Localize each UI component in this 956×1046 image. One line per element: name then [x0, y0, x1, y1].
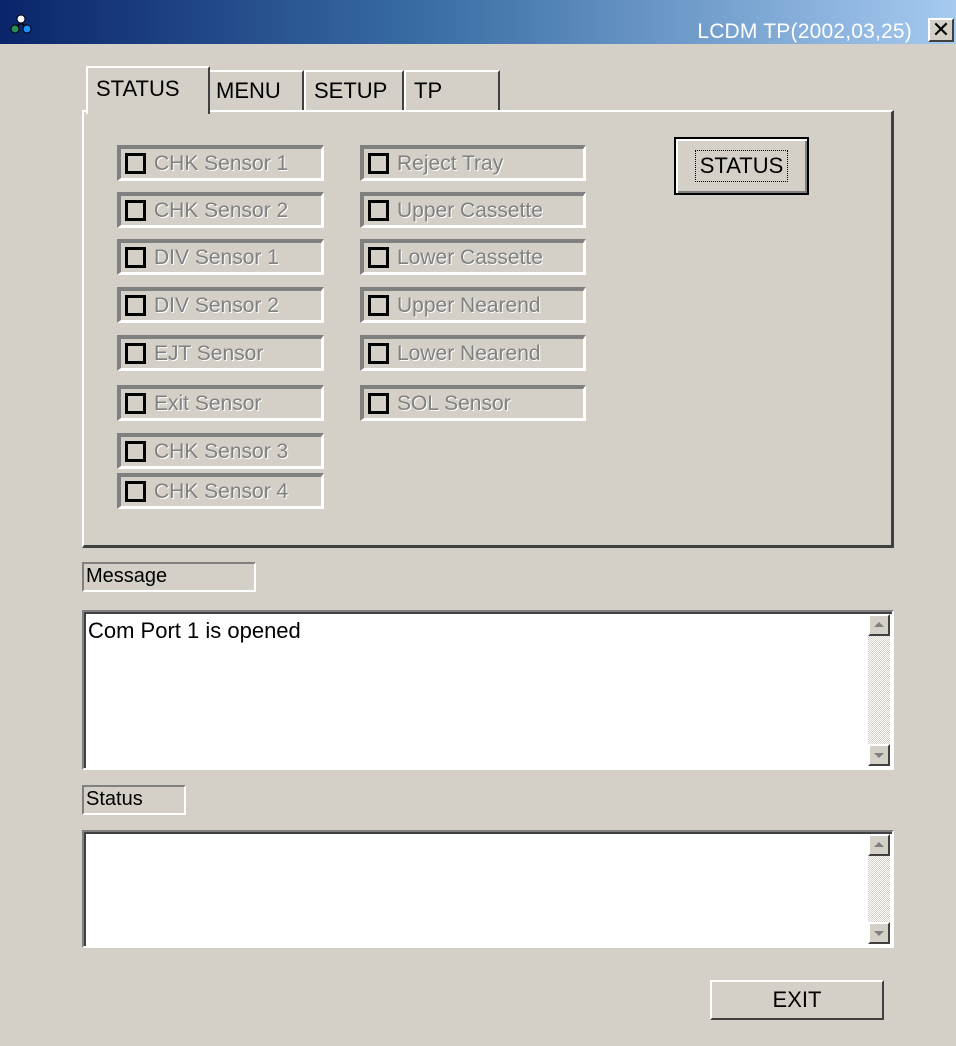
sensor-lower-cassette: Lower Cassette	[360, 239, 586, 275]
sensor-indicator-icon	[368, 200, 389, 221]
sensor-label: Upper Cassette	[397, 198, 543, 222]
title-bar[interactable]: LCDM TP(2002,03,25) ✕	[0, 0, 956, 44]
arrow-down-icon	[874, 753, 884, 758]
scroll-up-button[interactable]	[868, 614, 890, 636]
sensor-indicator-icon	[125, 247, 146, 268]
sensor-indicator-icon	[368, 295, 389, 316]
close-icon: ✕	[931, 17, 951, 42]
sensor-label: CHK Sensor 3	[154, 439, 289, 463]
sensor-indicator-icon	[125, 393, 146, 414]
sensor-chk-1: CHK Sensor 1	[117, 145, 324, 181]
sensor-indicator-icon	[125, 200, 146, 221]
status-button[interactable]: STATUS	[674, 137, 809, 195]
tab-menu-label: MENU	[216, 78, 281, 103]
sensor-indicator-icon	[125, 343, 146, 364]
sensor-div-1: DIV Sensor 1	[117, 239, 324, 275]
message-memo[interactable]: Com Port 1 is opened	[82, 610, 894, 770]
sensor-label: CHK Sensor 1	[154, 151, 289, 175]
scroll-down-button[interactable]	[868, 744, 890, 766]
tab-menu[interactable]: MENU	[206, 70, 304, 112]
sensor-label: Reject Tray	[397, 151, 504, 175]
message-label: Message	[82, 562, 256, 592]
sensor-exit: Exit Sensor	[117, 385, 324, 421]
sensor-label: DIV Sensor 2	[154, 293, 279, 317]
app-network-icon	[10, 14, 32, 34]
message-label-text: Message	[86, 565, 168, 587]
window-title: LCDM TP(2002,03,25)	[697, 20, 912, 43]
sensor-div-2: DIV Sensor 2	[117, 287, 324, 323]
sensor-chk-4: CHK Sensor 4	[117, 473, 324, 509]
sensor-label: Lower Cassette	[397, 245, 543, 269]
sensor-indicator-icon	[125, 295, 146, 316]
sensor-ejt: EJT Sensor	[117, 335, 324, 371]
sensor-upper-cassette: Upper Cassette	[360, 192, 586, 228]
sensor-chk-2: CHK Sensor 2	[117, 192, 324, 228]
message-text: Com Port 1 is opened	[88, 618, 301, 643]
sensor-label: CHK Sensor 4	[154, 479, 289, 503]
exit-button-label: EXIT	[772, 987, 822, 1012]
sensor-reject-tray: Reject Tray	[360, 145, 586, 181]
arrow-up-icon	[874, 622, 884, 627]
exit-button[interactable]: EXIT	[710, 980, 884, 1020]
sensor-label: EJT Sensor	[154, 341, 264, 365]
tab-status[interactable]: STATUS	[86, 66, 210, 114]
scroll-down-button[interactable]	[868, 922, 890, 944]
sensor-lower-nearend: Lower Nearend	[360, 335, 586, 371]
tab-status-label: STATUS	[96, 76, 180, 101]
tab-tp[interactable]: TP	[404, 70, 500, 112]
sensor-label: Upper Nearend	[397, 293, 541, 317]
sensor-indicator-icon	[125, 441, 146, 462]
sensor-indicator-icon	[368, 247, 389, 268]
sensor-indicator-icon	[125, 153, 146, 174]
close-button[interactable]: ✕	[928, 18, 954, 42]
sensor-label: SOL Sensor	[397, 391, 511, 415]
status-memo[interactable]	[82, 830, 894, 948]
status-label: Status	[82, 785, 186, 815]
tab-setup[interactable]: SETUP	[304, 70, 404, 112]
arrow-down-icon	[874, 931, 884, 936]
arrow-up-icon	[874, 842, 884, 847]
status-button-label: STATUS	[694, 150, 789, 182]
sensor-chk-3: CHK Sensor 3	[117, 433, 324, 469]
sensor-sol: SOL Sensor	[360, 385, 586, 421]
scroll-up-button[interactable]	[868, 834, 890, 856]
sensor-indicator-icon	[125, 481, 146, 502]
tab-setup-label: SETUP	[314, 78, 388, 103]
sensor-indicator-icon	[368, 343, 389, 364]
tab-tp-label: TP	[414, 78, 443, 103]
sensor-indicator-icon	[368, 153, 389, 174]
sensor-label: CHK Sensor 2	[154, 198, 289, 222]
sensor-label: Lower Nearend	[397, 341, 541, 365]
sensor-upper-nearend: Upper Nearend	[360, 287, 586, 323]
sensor-label: DIV Sensor 1	[154, 245, 279, 269]
sensor-label: Exit Sensor	[154, 391, 262, 415]
status-scrollbar[interactable]	[868, 834, 890, 944]
status-label-text: Status	[86, 788, 143, 810]
sensor-indicator-icon	[368, 393, 389, 414]
message-scrollbar[interactable]	[868, 614, 890, 766]
main-window: LCDM TP(2002,03,25) ✕ STATUS MENU SETUP …	[0, 0, 956, 1046]
